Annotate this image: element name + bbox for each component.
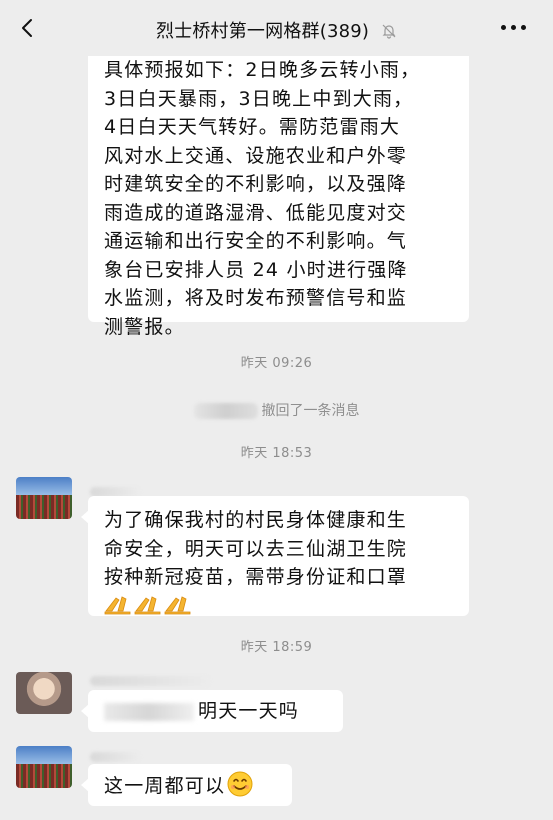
timestamp: 昨天 18:59 <box>240 640 313 655</box>
avatar[interactable] <box>16 477 72 519</box>
recall-notice: 撤回了一条消息 <box>0 400 553 420</box>
forecast-line: 具体预报如下：2日晚多云转小雨， <box>104 59 421 81</box>
forecast-line: 时建筑安全的不利影响，以及强降 <box>104 173 408 195</box>
chat-title: 烈士桥村第一网格群(389) <box>155 21 370 42</box>
vaccine-message-bubble[interactable]: 为了确保我村的村民身体健康和生 命安全，明天可以去三仙湖卫生院 按种新冠疫苗，需… <box>81 496 469 616</box>
clap-hands-icon <box>104 593 196 624</box>
vaccine-line: 命安全，明天可以去三仙湖卫生院 <box>104 537 408 560</box>
mute-bell-icon <box>382 24 396 39</box>
blurred-mention <box>104 702 194 721</box>
blurred-sender-name <box>90 676 210 686</box>
vaccine-line: 为了确保我村的村民身体健康和生 <box>104 509 408 531</box>
forecast-line: 象台已安排人员 24 小时进行强降 <box>104 258 408 281</box>
timestamp: 昨天 09:26 <box>240 356 313 371</box>
avatar[interactable] <box>16 746 72 788</box>
forecast-line: 通运输和出行安全的不利影响。气 <box>104 230 408 252</box>
blurred-sender-name <box>90 752 140 762</box>
question-text: 明天一天吗 <box>198 700 300 722</box>
answer-message-bubble[interactable]: 这一周都可以 <box>81 764 292 806</box>
forecast-line: 测警报。 <box>104 315 185 338</box>
recall-text: 撤回了一条消息 <box>261 403 360 419</box>
question-message-bubble[interactable]: 明天一天吗 <box>81 690 343 732</box>
forecast-message-bubble[interactable]: 具体预报如下：2日晚多云转小雨， 3日白天暴雨，3日晚上中到大雨， 4日白天天气… <box>88 46 469 338</box>
timestamp: 昨天 18:53 <box>240 446 313 461</box>
smile-emoji-icon <box>227 771 253 797</box>
avatar[interactable] <box>16 672 72 714</box>
forecast-line: 雨造成的道路湿滑、低能见度对交 <box>104 201 408 224</box>
blurred-sender-name <box>193 403 258 419</box>
more-options-button[interactable] <box>501 25 531 33</box>
forecast-line: 3日白天暴雨，3日晚上中到大雨， <box>104 87 414 110</box>
vaccine-line: 按种新冠疫苗，需带身份证和口罩 <box>104 566 408 588</box>
chat-header: 烈士桥村第一网格群(389) <box>0 0 553 56</box>
forecast-line: 风对水上交通、设施农业和户外零 <box>104 144 408 167</box>
forecast-line: 4日白天天气转好。需防范雷雨大 <box>104 116 401 138</box>
chat-title-wrap: 烈士桥村第一网格群(389) <box>0 17 553 43</box>
answer-text: 这一周都可以 <box>104 775 226 797</box>
forecast-line: 水监测，将及时发布预警信号和监 <box>104 287 408 309</box>
